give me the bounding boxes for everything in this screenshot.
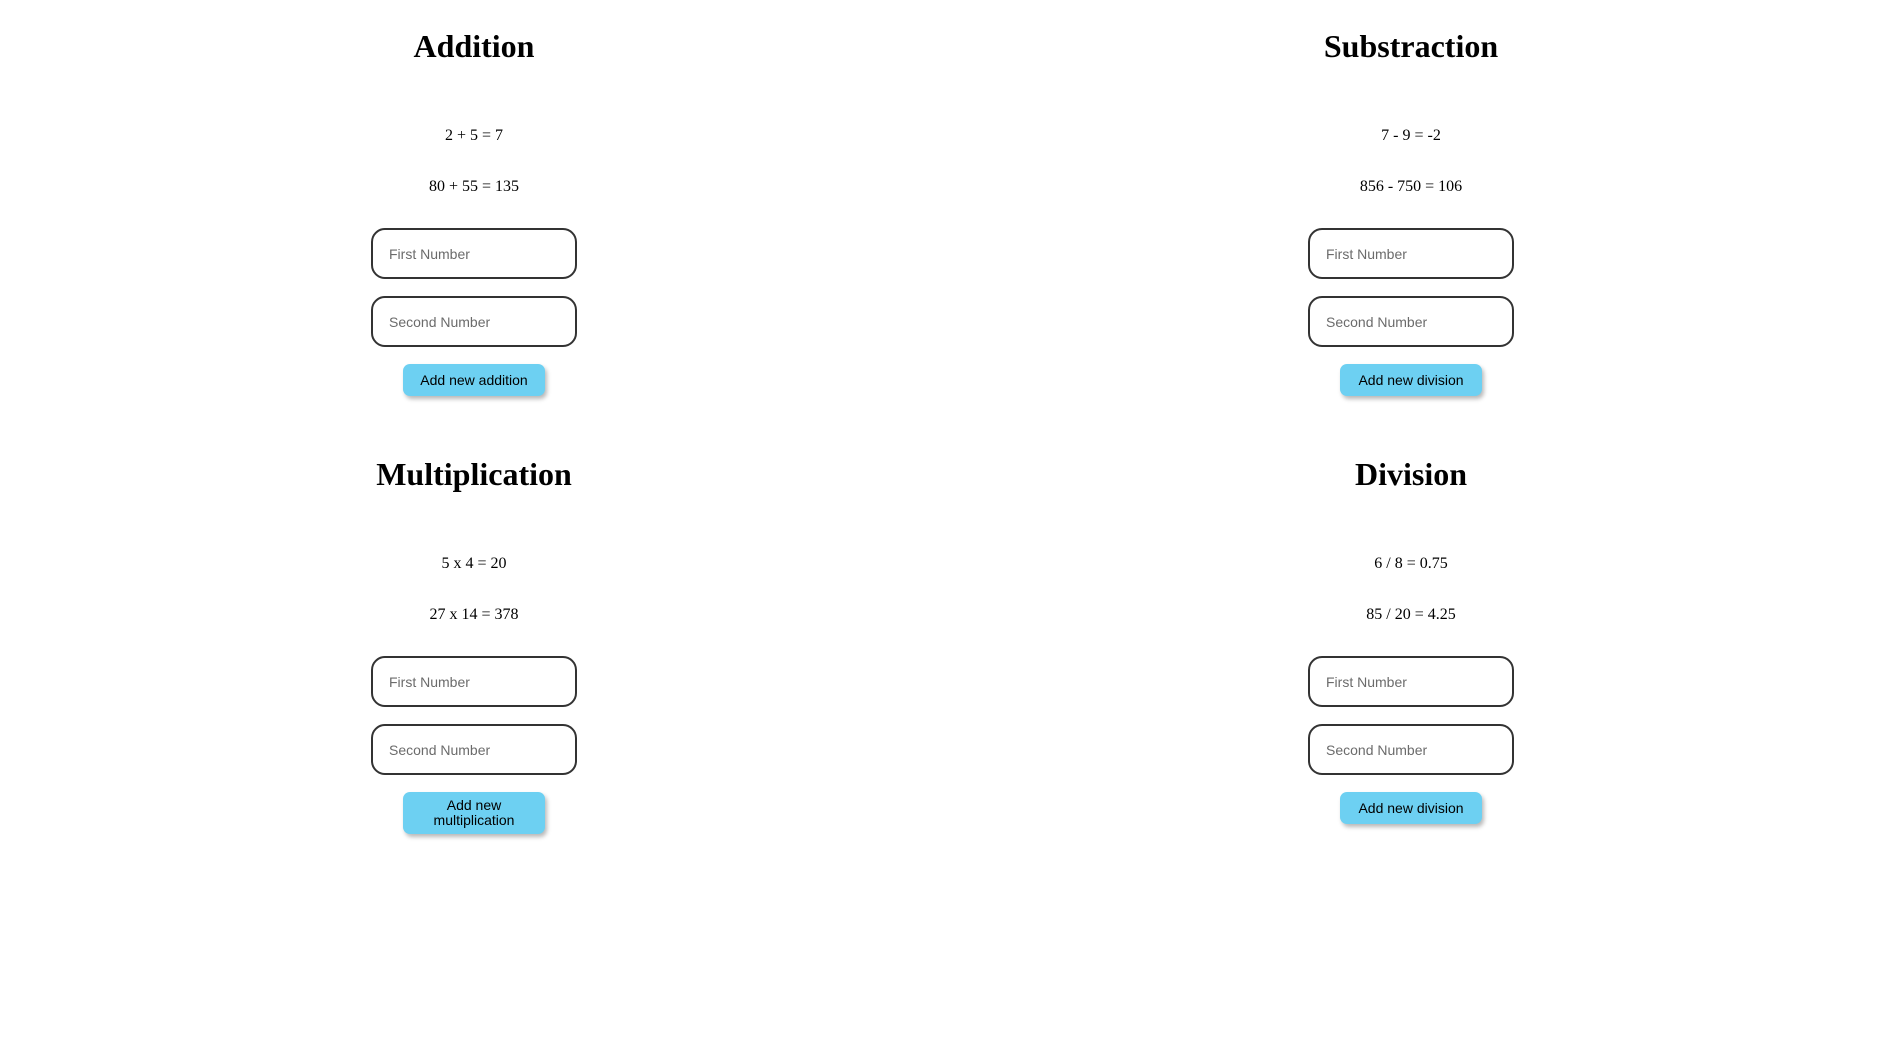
addition-result: 2 + 5 = 7	[444, 127, 504, 144]
multiplication-result: 27 x 14 = 378	[429, 606, 519, 623]
add-new-division-button[interactable]: Add new division	[1340, 792, 1482, 824]
division-result: 85 / 20 = 4.25	[1366, 606, 1456, 623]
subtraction-result: 7 - 9 = -2	[1381, 127, 1441, 144]
division-title: Division	[1354, 456, 1468, 492]
add-new-multiplication-button[interactable]: Add new multiplication	[403, 792, 545, 834]
addition-result: 80 + 55 = 135	[428, 178, 520, 195]
addition-results: 2 + 5 = 7 80 + 55 = 135	[429, 126, 519, 197]
subtraction-second-number-input[interactable]	[1308, 296, 1514, 347]
multiplication-title: Multiplication	[376, 456, 572, 492]
division-results: 6 / 8 = 0.75 85 / 20 = 4.25	[1366, 554, 1455, 625]
division-first-number-input[interactable]	[1308, 656, 1514, 707]
add-new-subtraction-button[interactable]: Add new division	[1340, 364, 1482, 396]
multiplication-results: 5 x 4 = 20 27 x 14 = 378	[429, 554, 518, 625]
division-second-number-input[interactable]	[1308, 724, 1514, 775]
subtraction-first-number-input[interactable]	[1308, 228, 1514, 279]
addition-first-number-input[interactable]	[371, 228, 577, 279]
addition-section: Addition 2 + 5 = 7 80 + 55 = 135 Add new…	[344, 24, 604, 396]
add-new-addition-button[interactable]: Add new addition	[403, 364, 545, 396]
multiplication-second-number-input[interactable]	[371, 724, 577, 775]
addition-second-number-input[interactable]	[371, 296, 577, 347]
subtraction-title: Substraction	[1323, 28, 1499, 64]
addition-title: Addition	[413, 28, 535, 64]
multiplication-first-number-input[interactable]	[371, 656, 577, 707]
multiplication-section: Multiplication 5 x 4 = 20 27 x 14 = 378 …	[344, 452, 604, 834]
division-result: 6 / 8 = 0.75	[1374, 555, 1448, 572]
subtraction-result: 856 - 750 = 106	[1359, 178, 1463, 195]
subtraction-section: Substraction 7 - 9 = -2 856 - 750 = 106 …	[1281, 24, 1541, 396]
division-section: Division 6 / 8 = 0.75 85 / 20 = 4.25 Add…	[1281, 452, 1541, 824]
multiplication-result: 5 x 4 = 20	[441, 555, 507, 572]
subtraction-results: 7 - 9 = -2 856 - 750 = 106	[1360, 126, 1462, 197]
